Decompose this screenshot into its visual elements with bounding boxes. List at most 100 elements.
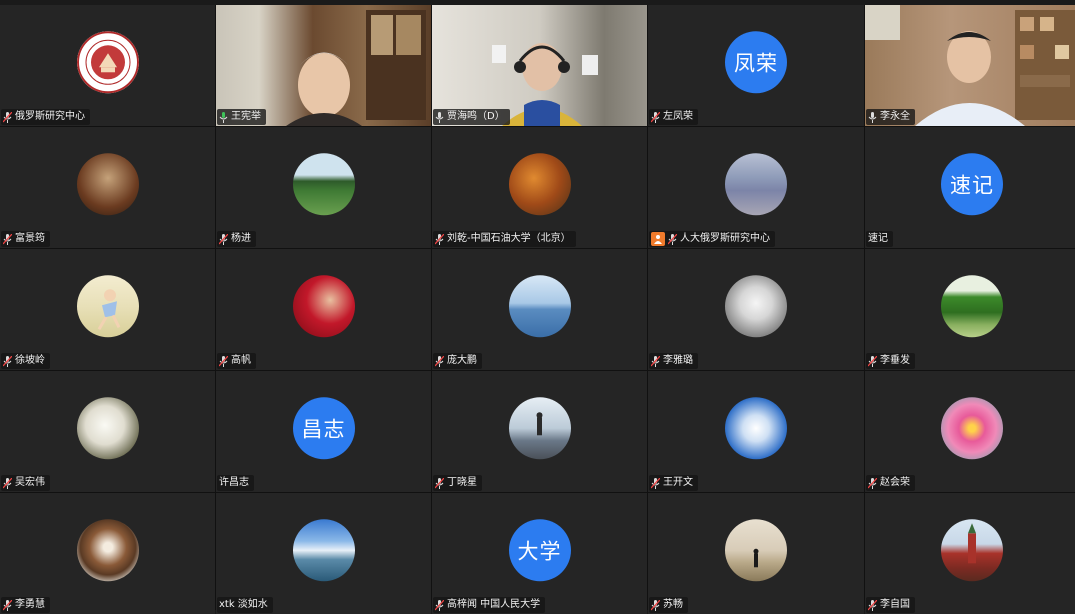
participant-tile[interactable]: 杨进 [216, 127, 431, 248]
participant-name: 丁晓星 [447, 477, 477, 488]
participant-tile[interactable]: 凤荣 左凤荣 [648, 5, 864, 126]
name-tag: 庞大鹏 [433, 353, 482, 369]
name-tag: xtk 淡如水 [217, 597, 273, 613]
mic-active-icon [219, 111, 228, 123]
mic-muted-icon [868, 355, 877, 367]
participant-name: 左凤荣 [663, 111, 693, 122]
avatar [76, 518, 139, 581]
avatar [292, 274, 355, 337]
avatar [508, 152, 571, 215]
avatar [76, 274, 139, 337]
mic-muted-icon [868, 477, 877, 489]
name-tag: 贾海鸣（D） [433, 109, 510, 125]
participant-video [216, 5, 431, 126]
participant-tile[interactable]: 庞大鹏 [432, 249, 647, 370]
participant-name: 刘乾-中国石油大学（北京） [447, 233, 571, 244]
participant-name: 庞大鹏 [447, 355, 477, 366]
participant-tile[interactable]: 李自国 [865, 493, 1075, 614]
participant-tile[interactable]: 徐坡岭 [0, 249, 215, 370]
mic-muted-icon [651, 599, 660, 611]
mic-muted-icon [868, 599, 877, 611]
participant-tile[interactable]: 富景筠 [0, 127, 215, 248]
participant-name: 王宪举 [231, 111, 261, 122]
mic-muted-icon [3, 355, 12, 367]
participant-name: xtk 淡如水 [219, 599, 268, 610]
participant-name: 高帆 [231, 355, 251, 366]
mic-muted-icon [3, 233, 12, 245]
initials-avatar: 凤荣 [725, 30, 787, 93]
avatar [725, 274, 787, 337]
mic-muted-icon [435, 599, 444, 611]
avatar [725, 518, 787, 581]
name-tag: 高帆 [217, 353, 256, 369]
participant-tile[interactable]: 人大俄罗斯研究中心 [648, 127, 864, 248]
name-tag: 刘乾-中国石油大学（北京） [433, 231, 576, 247]
name-tag: 李垂发 [866, 353, 915, 369]
participant-name: 贾海鸣（D） [447, 111, 505, 122]
mic-muted-icon [435, 233, 444, 245]
participant-tile[interactable]: 赵会荣 [865, 371, 1075, 492]
participant-tile-speaking[interactable]: 王宪举 [216, 5, 431, 126]
mic-muted-icon [435, 477, 444, 489]
avatar [508, 274, 571, 337]
participant-tile[interactable]: 丁晓星 [432, 371, 647, 492]
participant-name: 李自国 [880, 599, 910, 610]
person-icon [651, 232, 665, 246]
avatar [725, 152, 787, 215]
name-tag: 许昌志 [217, 475, 254, 491]
name-tag: 徐坡岭 [1, 353, 50, 369]
participant-tile[interactable]: 高帆 [216, 249, 431, 370]
mic-muted-icon [219, 355, 228, 367]
name-tag: 杨进 [217, 231, 256, 247]
participant-tile[interactable]: 俄罗斯研究中心 [0, 5, 215, 126]
participant-tile[interactable]: 李永全 [865, 5, 1075, 126]
name-tag: 苏畅 [649, 597, 688, 613]
participant-video [432, 5, 647, 126]
avatar [941, 396, 1003, 459]
avatar [292, 152, 355, 215]
participant-tile[interactable]: 王开文 [648, 371, 864, 492]
participant-tile[interactable]: 贾海鸣（D） [432, 5, 647, 126]
university-logo [76, 30, 139, 93]
name-tag: 王开文 [649, 475, 698, 491]
participant-tile[interactable]: 李雅璐 [648, 249, 864, 370]
mic-muted-icon [651, 111, 660, 123]
participant-name: 富景筠 [15, 233, 45, 244]
avatar [725, 396, 787, 459]
initials-avatar: 速记 [941, 152, 1003, 215]
mic-muted-icon [651, 477, 660, 489]
participant-tile[interactable]: 李垂发 [865, 249, 1075, 370]
avatar [941, 518, 1003, 581]
mic-muted-icon [668, 233, 677, 245]
participant-tile[interactable]: 刘乾-中国石油大学（北京） [432, 127, 647, 248]
mic-muted-icon [3, 111, 12, 123]
participant-name: 许昌志 [219, 477, 249, 488]
name-tag: 吴宏伟 [1, 475, 50, 491]
participant-tile[interactable]: xtk 淡如水 [216, 493, 431, 614]
avatar [292, 518, 355, 581]
participant-name: 俄罗斯研究中心 [15, 111, 85, 122]
participant-name: 人大俄罗斯研究中心 [680, 233, 770, 244]
participant-name: 杨进 [231, 233, 251, 244]
participant-video [865, 5, 1075, 126]
mic-muted-icon [219, 233, 228, 245]
participant-name: 速记 [868, 233, 888, 244]
mic-icon [435, 111, 444, 123]
avatar [76, 152, 139, 215]
name-tag: 丁晓星 [433, 475, 482, 491]
name-tag: 李雅璐 [649, 353, 698, 369]
participant-name: 苏畅 [663, 599, 683, 610]
name-tag: 高梓闻 中国人民大学 [433, 597, 546, 613]
participant-tile[interactable]: 苏畅 [648, 493, 864, 614]
participant-name: 赵会荣 [880, 477, 910, 488]
name-tag: 王宪举 [217, 109, 266, 125]
mic-muted-icon [3, 599, 12, 611]
participant-name: 李勇慧 [15, 599, 45, 610]
participant-tile[interactable]: 速记 速记 [865, 127, 1075, 248]
participant-tile[interactable]: 吴宏伟 [0, 371, 215, 492]
name-tag: 赵会荣 [866, 475, 915, 491]
participant-tile[interactable]: 大学 高梓闻 中国人民大学 [432, 493, 647, 614]
participant-name: 李永全 [880, 111, 910, 122]
participant-tile[interactable]: 李勇慧 [0, 493, 215, 614]
participant-tile[interactable]: 昌志 许昌志 [216, 371, 431, 492]
